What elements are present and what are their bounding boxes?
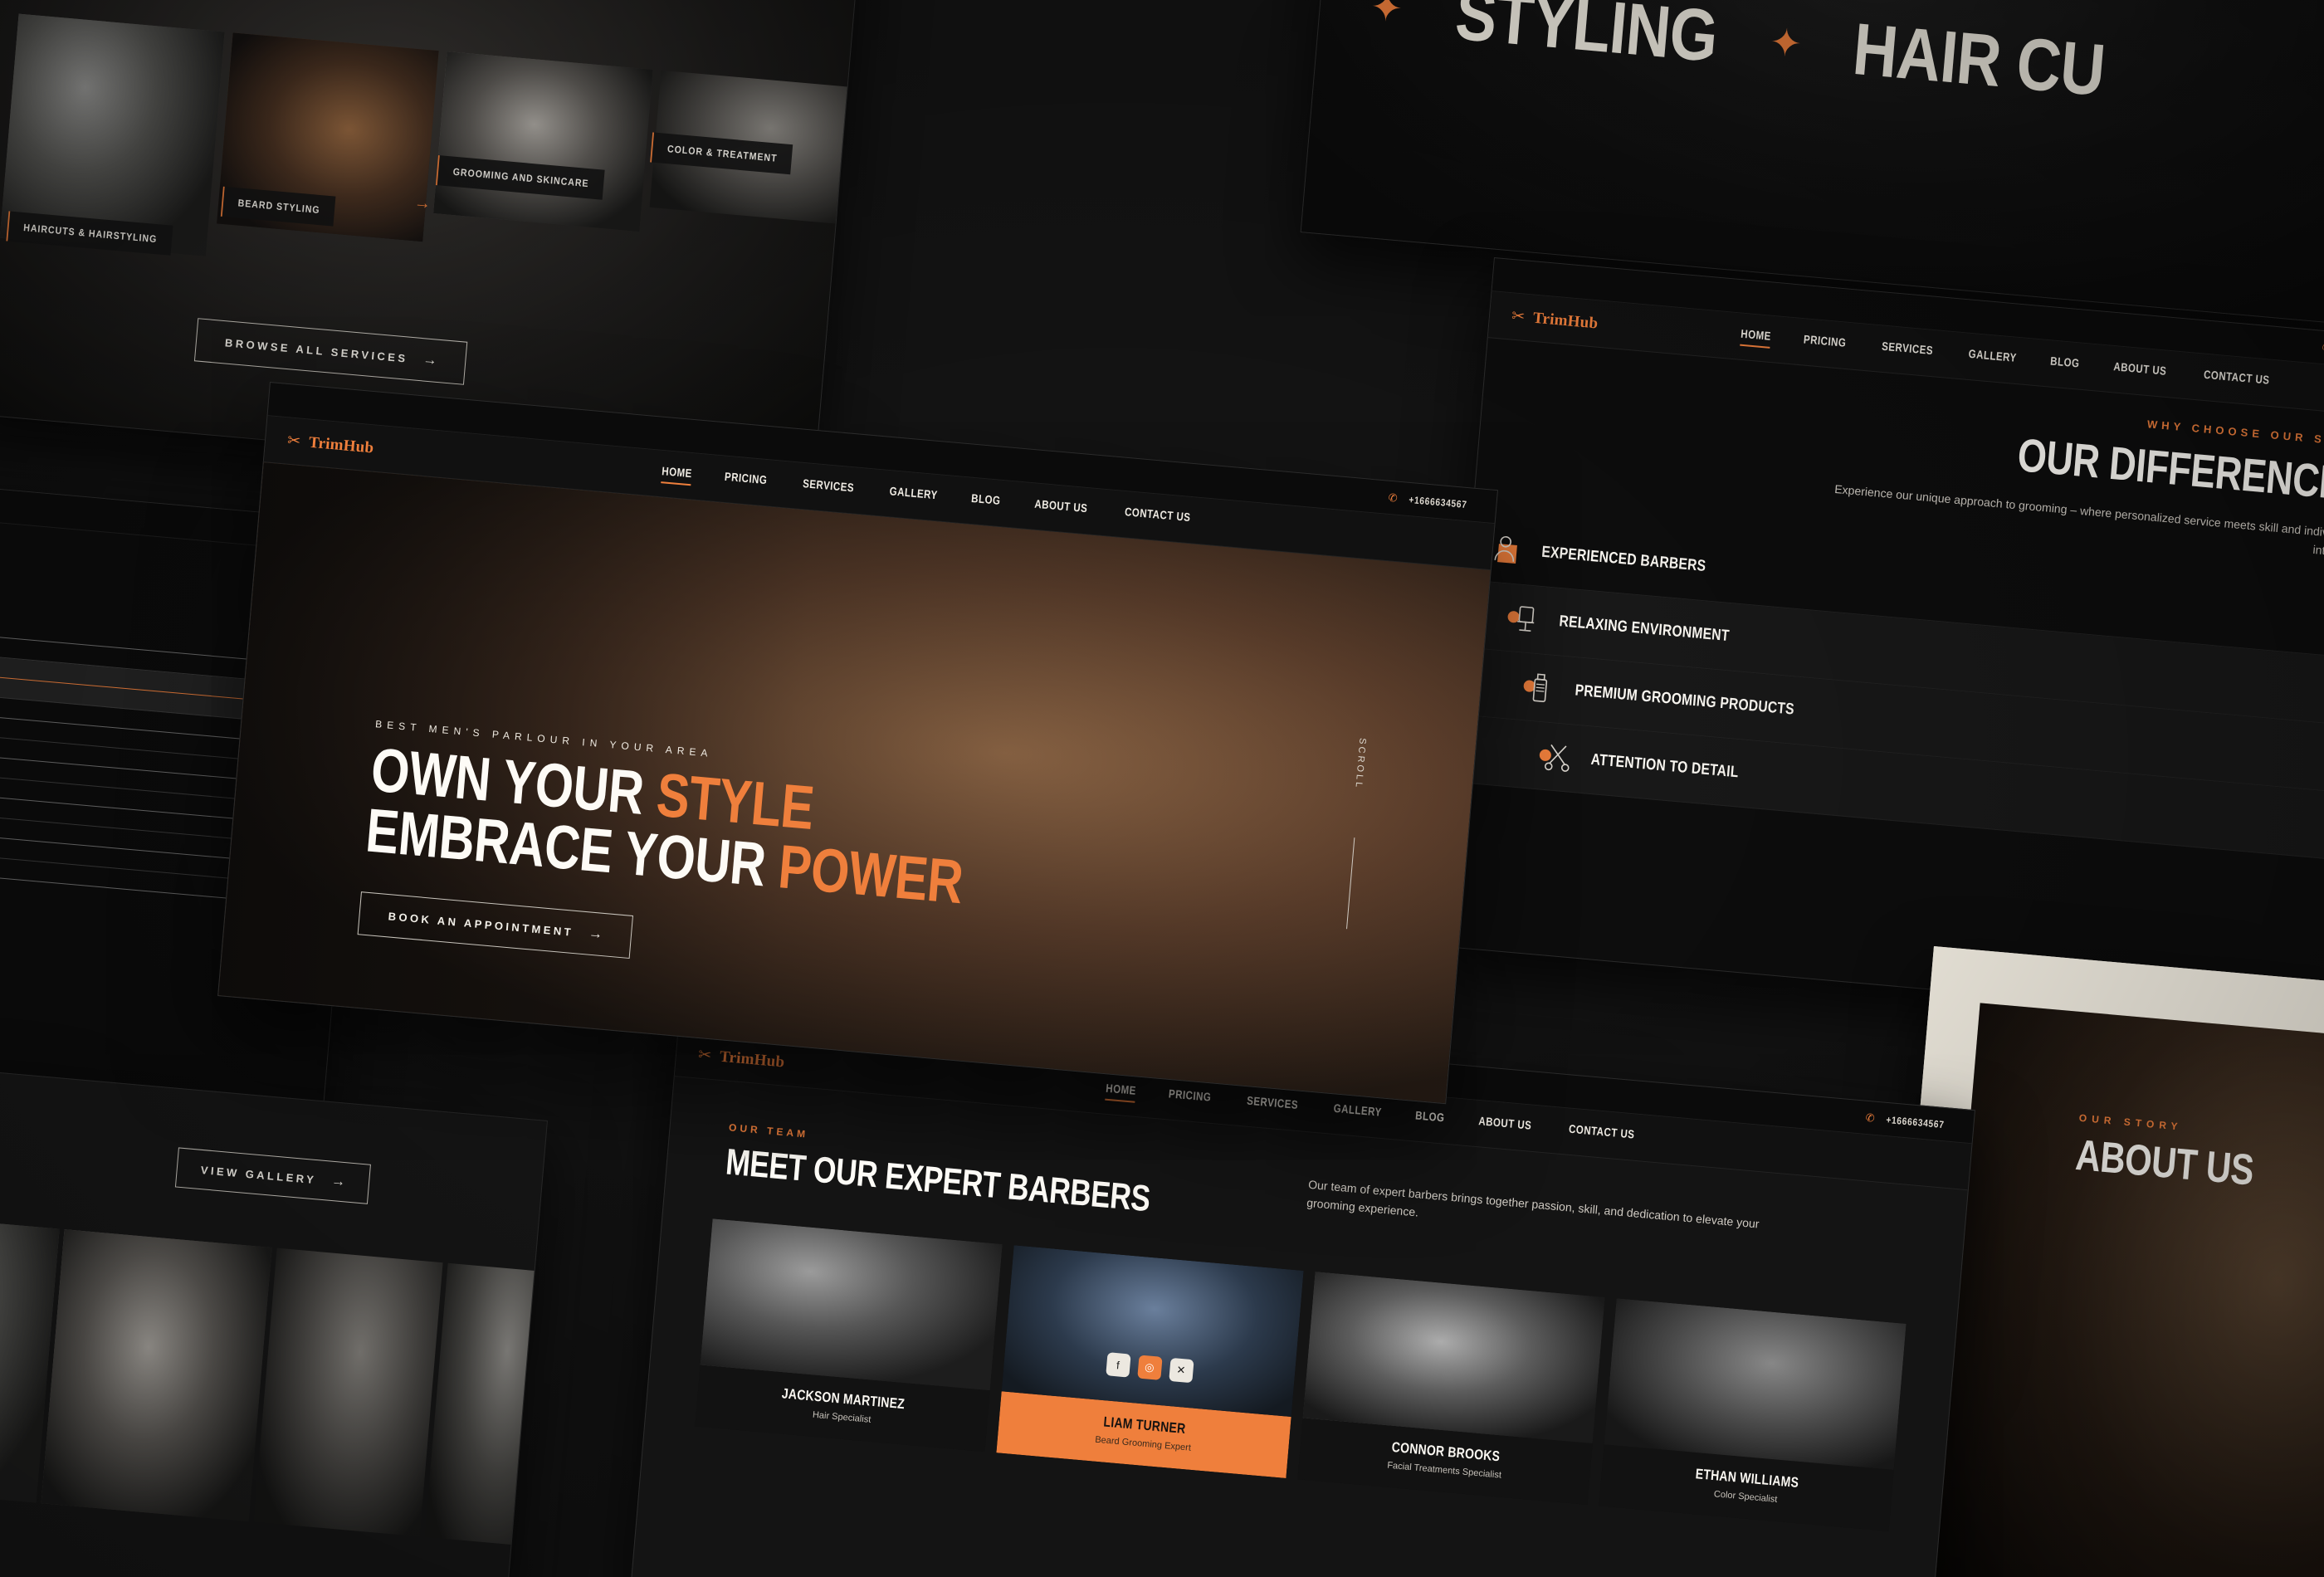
difference-title: ATTENTION TO DETAIL	[1589, 751, 1740, 782]
service-arrow-icon: →	[413, 193, 432, 213]
twitter-icon[interactable]: ✕	[1168, 1357, 1194, 1384]
logo-text: TrimHub	[1532, 309, 1599, 333]
nav-item-gallery[interactable]: GALLERY	[1333, 1101, 1382, 1125]
price-divider	[0, 617, 285, 663]
arrow-right-icon: →	[422, 351, 438, 369]
nav-item-services[interactable]: SERVICES	[1881, 339, 1933, 363]
hero-screen-card[interactable]: ✆ +1666634567 ✂ TrimHub HOME PRICING SER…	[217, 382, 1499, 1105]
scissors-icon: ✂	[697, 1046, 712, 1065]
arrow-right-icon: →	[330, 1172, 347, 1190]
team-photo	[700, 1218, 1003, 1391]
gallery-tile[interactable]	[41, 1229, 272, 1522]
nav-item-contact-us[interactable]: CONTACT US	[1124, 505, 1192, 530]
difference-title: RELAXING ENVIRONMENT	[1558, 613, 1731, 646]
nav-item-about-us[interactable]: ABOUT US	[1477, 1114, 1531, 1138]
service-label-text: HAIRCUTS & HAIRSTYLING	[22, 222, 158, 246]
four-point-star-icon: ✦	[1767, 19, 1804, 66]
book-appointment-label: BOOK AN APPOINTMENT	[388, 909, 574, 939]
nav-item-home[interactable]: HOME	[661, 464, 693, 486]
scissors-icon: ✂	[286, 432, 301, 451]
differences-screen-card[interactable]: ✆ +1666634567 ✂ TrimHub HOME PRICING SER…	[1435, 257, 2324, 1029]
browse-all-services-label: BROWSE ALL SERVICES	[224, 335, 409, 365]
service-label-text: BEARD STYLING	[237, 197, 321, 217]
showcase-stage: HAIRCUTS & HAIRSTYLING BEARD STYLING GRO…	[0, 0, 2324, 1577]
nav-item-about-us[interactable]: ABOUT US	[2112, 359, 2166, 383]
nav-item-blog[interactable]: BLOG	[970, 491, 1000, 513]
gallery-screen-card[interactable]: VIEW GALLERY →	[0, 1042, 548, 1577]
barber-person-icon	[1491, 532, 1526, 569]
logo[interactable]: ✂ TrimHub	[1511, 306, 1599, 333]
nav-item-pricing[interactable]: PRICING	[724, 470, 769, 493]
team-card[interactable]: f ◎ ✕ LIAM TURNER Beard Grooming Expert	[996, 1245, 1304, 1479]
nav-item-gallery[interactable]: GALLERY	[889, 484, 938, 507]
logo-text: TrimHub	[308, 433, 375, 457]
view-gallery-button[interactable]: VIEW GALLERY →	[174, 1147, 372, 1204]
nav-item-gallery[interactable]: GALLERY	[1968, 347, 2017, 370]
view-gallery-label: VIEW GALLERY	[200, 1163, 317, 1186]
phone-number[interactable]: +1666634567	[1409, 493, 1467, 510]
team-card[interactable]: JACKSON MARTINEZ Hair Specialist	[695, 1218, 1003, 1452]
nav-item-blog[interactable]: BLOG	[1414, 1108, 1444, 1130]
team-photo	[1001, 1245, 1304, 1418]
difference-title: PREMIUM GROOMING PRODUCTS	[1574, 681, 1795, 720]
nav-item-home[interactable]: HOME	[1105, 1081, 1137, 1103]
nav-item-pricing[interactable]: PRICING	[1803, 332, 1848, 355]
team-card[interactable]: CONNOR BROOKS Facial Treatments Speciali…	[1297, 1272, 1605, 1505]
gallery-tile[interactable]	[253, 1247, 443, 1537]
scissors-icon	[1539, 740, 1575, 776]
phone-icon: ✆	[1388, 491, 1399, 505]
nav-item-pricing[interactable]: PRICING	[1168, 1086, 1213, 1110]
service-label-text: COLOR & TREATMENT	[666, 143, 779, 164]
nav-item-contact-us[interactable]: CONTACT US	[2203, 368, 2271, 393]
facebook-icon[interactable]: f	[1105, 1352, 1131, 1378]
four-point-star-icon: ✦	[1369, 0, 1405, 31]
instagram-icon[interactable]: ◎	[1136, 1355, 1163, 1380]
barber-chair-icon	[1506, 601, 1544, 637]
arrow-right-icon: →	[588, 925, 603, 943]
scissors-icon: ✂	[1511, 307, 1526, 326]
nav-item-blog[interactable]: BLOG	[2049, 354, 2079, 375]
logo[interactable]: ✂ TrimHub	[697, 1045, 785, 1072]
team-card[interactable]: ETHAN WILLIAMS Color Specialist	[1599, 1298, 1907, 1531]
nav-item-contact-us[interactable]: CONTACT US	[1568, 1122, 1636, 1147]
team-photo	[1604, 1298, 1907, 1470]
nav-item-services[interactable]: SERVICES	[802, 476, 854, 500]
phone-number[interactable]: +1666634567	[1886, 1114, 1945, 1130]
nav-item-services[interactable]: SERVICES	[1246, 1094, 1298, 1117]
logo[interactable]: ✂ TrimHub	[286, 431, 374, 457]
phone-icon: ✆	[1865, 1111, 1876, 1125]
about-background-photo: OUR STORY ABOUT US	[1923, 1003, 2324, 1577]
marquee-screen-card[interactable]: ✦ STYLING ✦ HAIR CU	[1300, 0, 2324, 330]
gallery-tile[interactable]	[424, 1262, 548, 1549]
team-photo	[1302, 1272, 1605, 1443]
logo-text: TrimHub	[719, 1047, 786, 1072]
service-photo-2[interactable]	[433, 51, 653, 232]
nav-item-about-us[interactable]: ABOUT US	[1033, 497, 1087, 521]
product-bottle-icon	[1523, 671, 1560, 707]
nav-item-home[interactable]: HOME	[1740, 327, 1772, 349]
service-label-text: GROOMING AND SKINCARE	[452, 165, 590, 190]
difference-title: EXPERIENCED BARBERS	[1540, 544, 1707, 576]
